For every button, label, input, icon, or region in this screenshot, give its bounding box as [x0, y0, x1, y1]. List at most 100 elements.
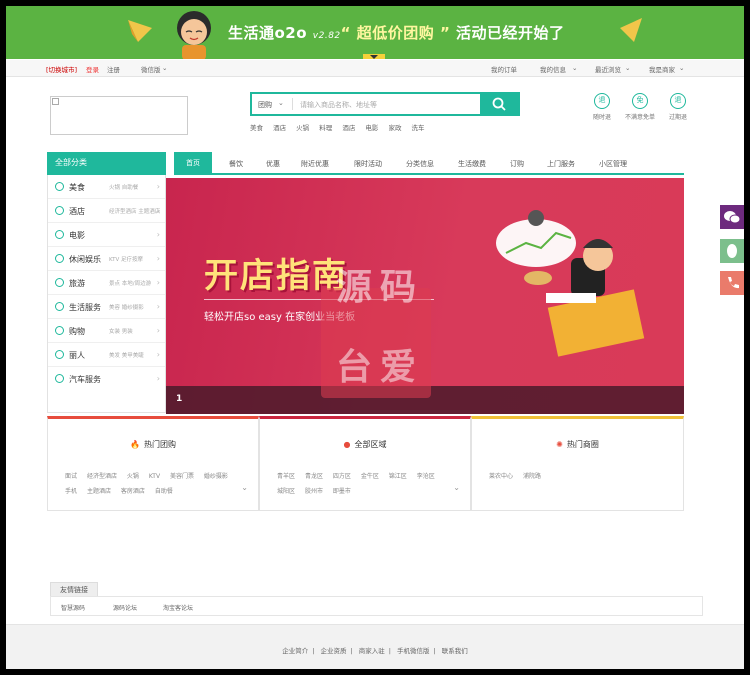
refund-icon: 退: [594, 93, 610, 109]
panel-link[interactable]: 四方区: [333, 469, 351, 484]
footer-link[interactable]: 企业资质: [320, 647, 346, 655]
all-categories-header[interactable]: 全部分类: [47, 152, 166, 175]
category-item-travel[interactable]: 旅游 景点 本地/周边游 ›: [48, 271, 165, 295]
panel-link[interactable]: 青龙区: [305, 469, 323, 484]
phone-icon: [728, 277, 739, 289]
footer-link[interactable]: 手机微信版: [397, 647, 430, 655]
chevron-right-icon: ›: [156, 302, 160, 311]
banner-collapse-button[interactable]: [363, 54, 385, 59]
panel-link[interactable]: 婚纱摄影: [204, 469, 228, 484]
hot-word-link[interactable]: 酒店: [273, 124, 286, 132]
register-link[interactable]: 注册: [107, 64, 120, 74]
chevron-down-icon[interactable]: ⌄: [453, 483, 460, 492]
panel-link[interactable]: 客房酒店: [121, 484, 145, 499]
decor-clouds-image: [496, 210, 645, 357]
panel-link[interactable]: 经济型酒店: [87, 469, 117, 484]
wechat-float-button[interactable]: [720, 205, 744, 229]
category-item-food[interactable]: 美食 火锅 自助餐 ›: [48, 175, 165, 199]
panel-link[interactable]: 莱农中心: [489, 469, 513, 484]
friend-links-header: 友情链接: [50, 582, 98, 597]
friend-link[interactable]: 智慧源码: [61, 603, 85, 612]
page: 生活通o2o v2.82“ 超低价团购 ” 活动已经开始了 [切换城市] 登录 …: [6, 6, 744, 669]
hot-word-link[interactable]: 料理: [319, 124, 332, 132]
category-item-film[interactable]: 电影 ›: [48, 223, 165, 247]
nav-nearby-discount[interactable]: 附近优惠: [301, 159, 329, 169]
divider: [292, 98, 293, 110]
slider-index[interactable]: 1: [176, 394, 182, 404]
weixin-link[interactable]: 微信版: [141, 64, 161, 74]
recent-link[interactable]: 最近浏览: [595, 64, 621, 74]
panel-link[interactable]: 美容门票: [170, 469, 194, 484]
search-box: 团购 ⌄ 请输入商品名称、地址等: [250, 92, 520, 116]
category-item-leisure[interactable]: 休闲娱乐 KTV 足疗按摩 ›: [48, 247, 165, 271]
promise-anytime-refund: 退 随时退: [582, 93, 622, 121]
beauty-icon: [55, 350, 64, 359]
panel-link[interactable]: 李沧区: [417, 469, 435, 484]
panel-link[interactable]: 青羊区: [277, 469, 295, 484]
promo-banner[interactable]: 生活通o2o v2.82“ 超低价团购 ” 活动已经开始了: [6, 6, 744, 59]
category-item-car[interactable]: 汽车服务 ›: [48, 367, 165, 391]
panel-link[interactable]: 金牛区: [361, 469, 379, 484]
panel-link[interactable]: 城阳区: [277, 484, 295, 499]
panel-link[interactable]: 手机: [65, 484, 77, 499]
search-input[interactable]: 请输入商品名称、地址等: [300, 100, 377, 110]
phone-float-button[interactable]: [720, 271, 744, 295]
hot-word-link[interactable]: 酒店: [342, 124, 355, 132]
my-info-link[interactable]: 我的信息: [540, 64, 566, 74]
leisure-icon: [55, 254, 64, 263]
nav-discount[interactable]: 优惠: [266, 159, 280, 169]
nav-community[interactable]: 小区管理: [599, 159, 627, 169]
nav-classified[interactable]: 分类信息: [406, 159, 434, 169]
nav-limited-activity[interactable]: 限时活动: [354, 159, 382, 169]
all-areas-panel: ● 全部区域 青羊区 青龙区 四方区 金牛区 锦江区 李沧区 城阳区 胶州市 即墨…: [259, 416, 471, 511]
search-button[interactable]: [480, 94, 518, 114]
nav-home[interactable]: 首页: [174, 152, 212, 175]
qq-float-button[interactable]: [720, 239, 744, 263]
chevron-right-icon: ›: [156, 278, 160, 287]
category-item-shopping[interactable]: 购物 女装 男装 ›: [48, 319, 165, 343]
panel-link[interactable]: 浦院路: [523, 469, 541, 484]
friend-links-box: 智慧源码 源码论坛 淘宝客论坛: [50, 596, 703, 616]
footer-link[interactable]: 联系我们: [442, 647, 468, 655]
panel-link[interactable]: KTV: [149, 469, 160, 484]
panel-link[interactable]: 火锅: [127, 469, 139, 484]
chevron-right-icon: ›: [156, 326, 160, 335]
panel-link[interactable]: 锦江区: [389, 469, 407, 484]
my-orders-link[interactable]: 我的订单: [491, 64, 517, 74]
search-category-select[interactable]: 团购: [258, 100, 272, 110]
category-item-beauty[interactable]: 丽人 美发 美甲美睫 ›: [48, 343, 165, 367]
hot-word-link[interactable]: 美食: [250, 124, 263, 132]
nav-dining[interactable]: 餐饮: [229, 159, 243, 169]
hot-word-link[interactable]: 洗车: [412, 124, 425, 132]
switch-city-link[interactable]: [切换城市]: [46, 64, 77, 74]
nav-bill-payment[interactable]: 生活缴费: [458, 159, 486, 169]
nav-home-service[interactable]: 上门服务: [547, 159, 575, 169]
site-logo[interactable]: [50, 96, 188, 135]
footer-link[interactable]: 企业简介: [282, 647, 308, 655]
chevron-down-icon: ⌄: [162, 64, 168, 72]
panel-link[interactable]: 面试: [65, 469, 77, 484]
panel-link[interactable]: 自助餐: [155, 484, 173, 499]
qq-icon: [727, 244, 737, 258]
food-icon: [55, 182, 64, 191]
kite-left-icon: [128, 20, 152, 42]
hot-word-link[interactable]: 家政: [388, 124, 401, 132]
panel-link[interactable]: 胶州市: [305, 484, 323, 499]
nav-order[interactable]: 订购: [510, 159, 524, 169]
category-item-service[interactable]: 生活服务 美容 婚纱摄影 ›: [48, 295, 165, 319]
merchant-link[interactable]: 我是商家: [649, 64, 675, 74]
footer-link[interactable]: 商家入驻: [359, 647, 385, 655]
panel-link[interactable]: 即墨市: [333, 484, 351, 499]
hot-word-link[interactable]: 电影: [365, 124, 378, 132]
chevron-down-icon[interactable]: ⌄: [241, 483, 248, 492]
hot-word-link[interactable]: 火锅: [296, 124, 309, 132]
chevron-right-icon: ›: [156, 182, 160, 191]
chevron-right-icon: ›: [156, 350, 160, 359]
mascot-boy-image: [177, 11, 211, 59]
login-link[interactable]: 登录: [86, 64, 99, 74]
friend-link[interactable]: 源码论坛: [113, 603, 137, 612]
panel-link[interactable]: 主题酒店: [87, 484, 111, 499]
friend-link[interactable]: 淘宝客论坛: [163, 603, 193, 612]
category-item-hotel[interactable]: 酒店 经济型酒店 主题酒店 ›: [48, 199, 165, 223]
travel-icon: [55, 278, 64, 287]
